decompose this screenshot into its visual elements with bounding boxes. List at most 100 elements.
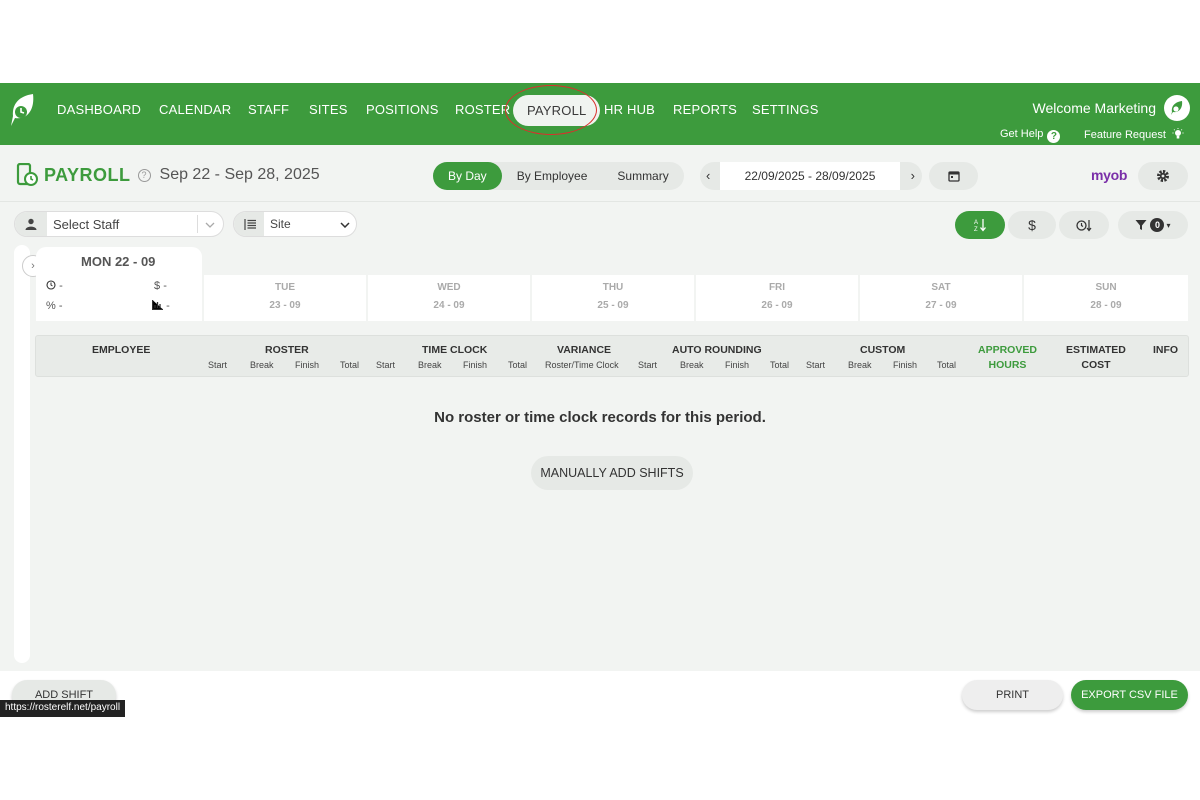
site-select[interactable]: Site (233, 211, 357, 237)
user-avatar-icon (1171, 101, 1183, 115)
nav-dashboard[interactable]: DASHBOARD (57, 102, 141, 117)
chevron-down-icon (205, 222, 215, 228)
date-range-input[interactable]: 22/09/2025 - 28/09/2025 (720, 162, 900, 190)
tab-by-day[interactable]: By Day (433, 162, 502, 190)
day-name: SAT (931, 282, 951, 293)
timeclock-start: Start (376, 360, 396, 370)
empty-state-message: No roster or time clock records for this… (434, 409, 766, 426)
date-range-heading: Sep 22 - Sep 28, 2025 (159, 166, 320, 183)
col-approved-line2: HOURS (988, 359, 1027, 371)
feature-request-link[interactable]: Feature Request (1084, 128, 1184, 141)
nav-payroll[interactable]: PAYROLL (513, 95, 601, 126)
tab-summary[interactable]: Summary (602, 162, 683, 190)
svg-text:A: A (974, 220, 978, 226)
welcome-text[interactable]: Welcome Marketing (1033, 100, 1156, 116)
status-bar-url: https://rosterelf.net/payroll (0, 700, 126, 717)
user-icon-box (15, 212, 47, 236)
nav-staff[interactable]: STAFF (248, 102, 289, 117)
nav-calendar[interactable]: CALENDAR (159, 102, 231, 117)
clock-icon (46, 280, 56, 290)
rounding-break: Break (680, 360, 704, 370)
settings-button[interactable] (1138, 162, 1188, 190)
caret-down-icon: ▾ (1166, 220, 1171, 230)
timeclock-finish: Finish (463, 360, 488, 370)
dollar-icon: $ (1028, 217, 1036, 233)
filter-button[interactable]: 0 ▾ (1118, 211, 1188, 239)
col-custom: CUSTOM (860, 344, 906, 356)
timeclock-total: Total (508, 360, 528, 370)
day-card-saturday[interactable]: SAT 27 - 09 (860, 275, 1022, 321)
day-label-current: MON 22 - 09 (81, 254, 156, 269)
footer-bar: ADD SHIFT PRINT EXPORT CSV FILE (0, 671, 1200, 718)
custom-finish: Finish (893, 360, 918, 370)
question-icon: ? (1047, 130, 1061, 143)
percent-value: - (58, 300, 63, 312)
cost-value: - (163, 280, 167, 292)
date-range-picker: ‹ 22/09/2025 - 28/09/2025 › (700, 162, 922, 190)
site-icon-box (234, 212, 264, 236)
nav-positions[interactable]: POSITIONS (366, 102, 439, 117)
avatar[interactable] (1164, 95, 1190, 121)
time-sort-button[interactable] (1059, 211, 1109, 239)
col-estimated-cost: ESTIMATED COST (1066, 344, 1126, 374)
day-name: WED (437, 282, 461, 293)
manually-add-shifts-button[interactable]: MANUALLY ADD SHIFTS (531, 456, 693, 490)
gear-icon (1157, 170, 1169, 182)
percent-icon: % (46, 300, 56, 312)
view-toggle: By Day By Employee Summary (433, 162, 684, 190)
chevron-down-icon (340, 222, 350, 228)
help-icon[interactable]: ? (137, 168, 151, 182)
page-title-label: PAYROLL (44, 164, 131, 185)
day-card-tuesday[interactable]: TUE 23 - 09 (204, 275, 366, 321)
day-date: 26 - 09 (761, 300, 793, 311)
calendar-icon (947, 171, 960, 182)
chevron-left-icon[interactable]: ‹ (706, 168, 710, 183)
timeclock-break: Break (418, 360, 442, 370)
list-icon (244, 219, 256, 230)
cost-stat: $ - (154, 280, 167, 292)
bar-chart-icon (151, 300, 163, 311)
col-info: INFO (1153, 344, 1179, 356)
get-help-link[interactable]: Get Help? (1000, 128, 1061, 143)
day-date: 27 - 09 (925, 300, 957, 311)
myob-logo[interactable]: myob (1091, 167, 1127, 183)
staff-select[interactable]: Select Staff (14, 211, 224, 237)
custom-total: Total (937, 360, 957, 370)
top-nav: DASHBOARD CALENDAR STAFF SITES POSITIONS… (0, 83, 1200, 145)
col-approved-hours: APPROVED HOURS (978, 344, 1037, 374)
nav-roster[interactable]: ROSTER (455, 102, 510, 117)
nav-hr-hub[interactable]: HR HUB (604, 102, 655, 117)
stats-value: - (166, 300, 170, 312)
col-estimated-line2: COST (1081, 359, 1111, 371)
day-card-friday[interactable]: FRI 26 - 09 (696, 275, 858, 321)
chart-stat: - (151, 300, 170, 312)
day-card-wednesday[interactable]: WED 24 - 09 (368, 275, 530, 321)
nav-sites[interactable]: SITES (309, 102, 348, 117)
sort-order-button[interactable]: A Z (955, 211, 1005, 239)
day-card-monday[interactable]: MON 22 - 09 - $ - % - - (36, 247, 202, 321)
payroll-card: PAYROLL ? Sep 22 - Sep 28, 2025 By Day B… (0, 145, 1200, 671)
payroll-icon (16, 163, 38, 186)
calendar-button[interactable] (929, 162, 978, 190)
chevron-right-icon[interactable]: › (911, 168, 915, 183)
col-approved-line1: APPROVED (978, 344, 1037, 356)
nav-reports[interactable]: REPORTS (673, 102, 737, 117)
nav-settings[interactable]: SETTINGS (752, 102, 819, 117)
roster-start: Start (208, 360, 228, 370)
rosterelf-logo-icon[interactable] (9, 92, 37, 128)
user-icon (25, 218, 37, 230)
variance-sub: Roster/Time Clock (545, 360, 619, 370)
filter-icon (1135, 220, 1147, 230)
day-date: 23 - 09 (269, 300, 301, 311)
clock-sort-icon (1076, 219, 1092, 231)
tab-by-employee[interactable]: By Employee (502, 162, 603, 190)
col-employee[interactable]: EMPLOYEE (92, 344, 150, 356)
export-csv-button[interactable]: EXPORT CSV FILE (1071, 680, 1188, 710)
page-title: PAYROLL ? Sep 22 - Sep 28, 2025 (16, 163, 320, 187)
day-card-thursday[interactable]: THU 25 - 09 (532, 275, 694, 321)
day-card-sunday[interactable]: SUN 28 - 09 (1024, 275, 1188, 321)
side-panel-strip (14, 245, 30, 663)
get-help-label: Get Help (1000, 128, 1044, 140)
cost-toggle-button[interactable]: $ (1008, 211, 1056, 239)
print-button[interactable]: PRINT (962, 680, 1063, 710)
